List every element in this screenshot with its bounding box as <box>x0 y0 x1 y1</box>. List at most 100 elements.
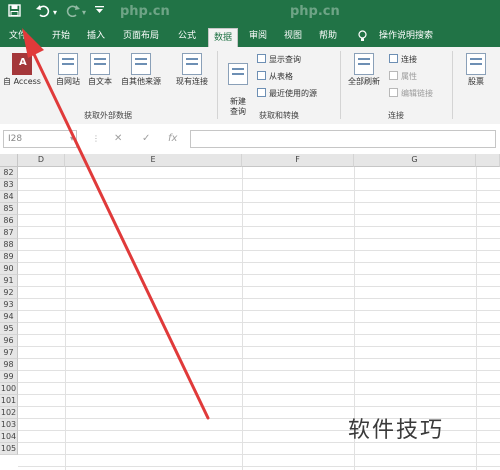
enter-icon[interactable]: ✓ <box>142 130 150 148</box>
row-header[interactable]: 90 <box>0 263 18 275</box>
connections-button[interactable]: 连接 <box>389 54 417 66</box>
recent-sources-label: 最近使用的源 <box>269 89 317 98</box>
column-header-g[interactable]: G <box>354 154 476 167</box>
cancel-icon[interactable]: ✕ <box>114 130 122 148</box>
title-bar: ▾ ▾ php.cn php.cn <box>0 0 500 26</box>
from-other-sources-label: 自其他来源 <box>121 77 161 86</box>
properties-button[interactable]: 属性 <box>389 71 417 83</box>
group-label-connections: 连接 <box>388 111 404 120</box>
from-web-label: 自网站 <box>56 77 80 86</box>
from-text-button[interactable]: 自文本 <box>85 53 115 87</box>
redo-dropdown-icon[interactable]: ▾ <box>82 4 86 22</box>
existing-connections-button[interactable]: 现有连接 <box>172 53 212 87</box>
row-header[interactable]: 89 <box>0 251 18 263</box>
row-header[interactable]: 82 <box>0 167 18 179</box>
row-header[interactable]: 103 <box>0 419 18 431</box>
from-web-button[interactable]: 自网站 <box>53 53 83 87</box>
tab-formulas[interactable]: 公式 <box>173 26 201 47</box>
undo-icon[interactable] <box>36 4 50 22</box>
refresh-all-label: 全部刷新 <box>348 77 380 86</box>
row-header[interactable]: 92 <box>0 287 18 299</box>
row-header[interactable]: 104 <box>0 431 18 443</box>
tab-home[interactable]: 开始 <box>49 26 73 47</box>
new-query-icon <box>228 63 248 85</box>
row-header[interactable]: 105 <box>0 443 18 455</box>
customize-toolbar-icon[interactable] <box>95 4 104 22</box>
formula-bar: I28 ▾ ⋮ ✕ ✓ fx <box>0 124 500 155</box>
row-header[interactable]: 86 <box>0 215 18 227</box>
row-header[interactable]: 96 <box>0 335 18 347</box>
row-header[interactable]: 94 <box>0 311 18 323</box>
row-header[interactable]: 100 <box>0 383 18 395</box>
row-header[interactable]: 87 <box>0 227 18 239</box>
access-icon: A <box>12 53 32 75</box>
name-box[interactable]: I28 <box>3 130 77 148</box>
row-header[interactable]: 88 <box>0 239 18 251</box>
row-header[interactable]: 97 <box>0 347 18 359</box>
connections-label: 连接 <box>401 55 417 64</box>
tab-review[interactable]: 审阅 <box>245 26 271 47</box>
undo-icon-svg <box>36 5 50 18</box>
properties-label: 属性 <box>401 72 417 81</box>
ribbon-separator <box>452 51 453 119</box>
ribbon-tab-bar: 文件 开始 插入 页面布局 公式 数据 审阅 视图 帮助 操作说明搜索 <box>0 26 500 47</box>
tab-file[interactable]: 文件 <box>6 26 30 47</box>
existing-connections-label: 现有连接 <box>176 77 208 86</box>
row-header[interactable]: 101 <box>0 395 18 407</box>
insert-function-icon[interactable]: fx <box>168 130 177 148</box>
from-table-button[interactable]: 从表格 <box>257 71 293 83</box>
formula-bar-separator-icon: ⋮ <box>92 134 100 143</box>
watermark-text: 软件技巧 <box>348 418 445 443</box>
show-queries-label: 显示查询 <box>269 55 301 64</box>
save-icon[interactable] <box>8 4 21 22</box>
select-all-corner[interactable] <box>0 154 18 167</box>
tell-me-search[interactable]: 操作说明搜索 <box>374 26 438 47</box>
edit-links-label: 编辑链接 <box>401 89 433 98</box>
from-access-button[interactable]: A 自 Access <box>2 53 42 87</box>
tab-data[interactable]: 数据 <box>208 28 238 47</box>
customize-icon-svg <box>95 6 104 13</box>
new-query-button[interactable]: 新建 查询 <box>222 53 254 117</box>
column-header-next[interactable] <box>476 154 500 167</box>
from-text-label: 自文本 <box>88 77 112 86</box>
show-queries-button[interactable]: 显示查询 <box>257 54 301 66</box>
tab-page-layout[interactable]: 页面布局 <box>118 26 164 47</box>
row-header[interactable]: 98 <box>0 359 18 371</box>
text-file-icon <box>90 53 110 75</box>
formula-input[interactable] <box>190 130 496 148</box>
tab-insert[interactable]: 插入 <box>84 26 108 47</box>
tab-help[interactable]: 帮助 <box>315 26 341 47</box>
row-header[interactable]: 83 <box>0 179 18 191</box>
row-header[interactable]: 84 <box>0 191 18 203</box>
lightbulb-icon[interactable] <box>355 26 369 47</box>
save-icon-svg <box>8 4 21 17</box>
ribbon-separator <box>217 51 218 119</box>
row-header[interactable]: 91 <box>0 275 18 287</box>
connections-icon <box>389 54 398 63</box>
php-watermark-2: php.cn <box>290 4 340 19</box>
existing-connections-icon <box>182 53 202 75</box>
refresh-all-button[interactable]: 全部刷新 <box>344 53 384 87</box>
group-label-get-transform: 获取和转换 <box>259 111 299 120</box>
redo-icon[interactable] <box>66 4 80 22</box>
row-header[interactable]: 95 <box>0 323 18 335</box>
column-header-f[interactable]: F <box>242 154 354 167</box>
recent-sources-icon <box>257 88 266 97</box>
row-header[interactable]: 93 <box>0 299 18 311</box>
column-header-d[interactable]: D <box>18 154 65 167</box>
row-header[interactable]: 102 <box>0 407 18 419</box>
from-access-label: 自 Access <box>3 77 41 86</box>
name-box-dropdown-icon[interactable]: ▾ <box>70 130 74 148</box>
row-header[interactable]: 99 <box>0 371 18 383</box>
show-queries-icon <box>257 54 266 63</box>
row-header[interactable]: 85 <box>0 203 18 215</box>
column-header-e[interactable]: E <box>65 154 242 167</box>
tab-view[interactable]: 视图 <box>280 26 306 47</box>
stocks-button[interactable]: 股票 <box>460 53 492 87</box>
undo-dropdown-icon[interactable]: ▾ <box>53 4 57 22</box>
edit-links-button[interactable]: 编辑链接 <box>389 88 433 100</box>
gridline <box>242 167 243 470</box>
from-other-sources-button[interactable]: 自其他来源 <box>117 53 165 87</box>
recent-sources-button[interactable]: 最近使用的源 <box>257 88 317 100</box>
gridline <box>476 167 477 470</box>
